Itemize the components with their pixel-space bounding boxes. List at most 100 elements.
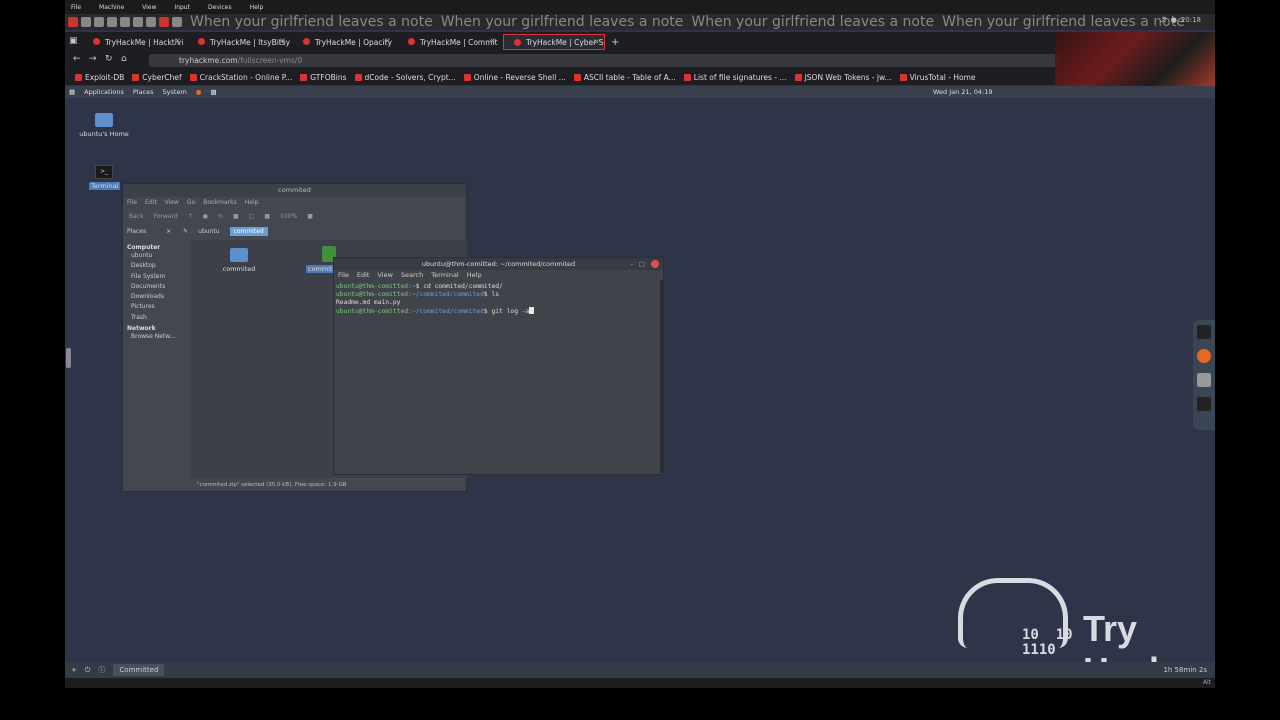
bookmark-reverse-shell[interactable]: Online - Reverse Shell ... [463,73,566,82]
term-menu-view[interactable]: View [377,271,392,279]
home-icon[interactable]: ■ [233,213,239,220]
address-bar[interactable]: tryhackme.com/fullscreen-vms/0 [149,54,1059,67]
bookmark-virustotal[interactable]: VirusTotal - Home [899,73,976,82]
crumb-ubuntu[interactable]: ubuntu [194,227,223,236]
sidebar-item-pictures[interactable]: Pictures [127,302,189,312]
sidebar-item-trash[interactable]: Trash [127,313,189,323]
power-icon[interactable]: ⏻ [85,666,91,675]
edit-path-icon[interactable]: ✎ [183,228,188,235]
toolbar-icon[interactable] [81,17,91,27]
forward-icon[interactable]: → [89,54,97,64]
tab-itsybitsy[interactable]: TryHackMe | ItsyBitsy × [188,34,290,50]
files-dock-icon[interactable] [1197,373,1211,387]
tab-committed[interactable]: TryHackMe | Commit × [398,34,500,50]
vm-menu-devices[interactable]: Devices [208,4,232,11]
maximize-icon[interactable]: □ [639,258,645,270]
firefox-dock-icon[interactable] [1197,349,1211,363]
computer-icon[interactable]: □ [249,213,255,220]
back-button[interactable]: Back [129,213,144,220]
firefox-launcher-icon[interactable]: ● [196,88,202,96]
new-tab-button[interactable]: + [611,37,619,48]
vm-menu-machine[interactable]: Machine [99,4,124,11]
menu-applications[interactable]: Applications [84,88,124,96]
forward-button[interactable]: Forward [154,213,178,220]
tab-opacity[interactable]: TryHackMe | Opacity × [293,34,395,50]
close-icon[interactable]: × [489,36,496,45]
vm-menu-view[interactable]: View [142,4,156,11]
vm-menu-help[interactable]: Help [250,4,264,11]
stop-icon[interactable]: ● [203,213,208,220]
tab-cyber-security[interactable]: TryHackMe | Cyber Se × [503,34,605,50]
desktop-home-folder[interactable]: ubuntu's Home [79,113,129,138]
zoom-out-icon[interactable]: ■ [264,213,270,220]
reload-icon[interactable]: ↻ [105,54,113,64]
toolbar-icon[interactable] [107,17,117,27]
term-menu-help[interactable]: Help [467,271,482,279]
sidebar-item-downloads[interactable]: Downloads [127,292,189,302]
close-icon[interactable]: × [279,36,286,45]
toolbar-icon[interactable] [159,17,169,27]
workspace-icon[interactable] [133,17,143,27]
vm-menu-file[interactable]: File [71,4,81,11]
term-menu-search[interactable]: Search [401,271,423,279]
close-icon[interactable]: × [384,36,391,45]
fm-menu-bookmarks[interactable]: Bookmarks [203,199,237,206]
fm-menu-help[interactable]: Help [245,199,259,206]
fm-menu-view[interactable]: View [165,199,179,206]
sidebar-item-desktop[interactable]: Desktop [127,261,189,271]
term-menu-terminal[interactable]: Terminal [431,271,458,279]
bookmark-gtfobins[interactable]: GTFOBins [300,73,347,82]
add-icon[interactable]: + [71,666,77,674]
home-icon[interactable]: ⌂ [121,54,127,64]
terminal-dock-icon[interactable] [1197,325,1211,339]
bookmark-jwt[interactable]: JSON Web Tokens - jw... [794,73,892,82]
close-icon[interactable]: × [593,37,600,46]
bell-icon[interactable]: ● [1171,16,1177,24]
tab-hacktivities[interactable]: TryHackMe | Hacktivi × [83,34,185,50]
workspace-icon[interactable] [146,17,156,27]
bookmark-crackstation[interactable]: CrackStation - Online P... [189,73,292,82]
menu-system[interactable]: System [163,88,187,96]
term-menu-file[interactable]: File [338,271,349,279]
terminal-output[interactable]: ubuntu@thm-comitted:~$ cd commited/commi… [334,280,663,319]
file-item-commited[interactable]: commited [219,248,259,273]
toolbar-icon[interactable] [94,17,104,27]
terminal-dock-icon[interactable] [1197,397,1211,411]
back-icon[interactable]: ← [73,54,81,64]
minimize-icon[interactable]: - [631,258,633,270]
bookmark-ascii-table[interactable]: ASCII table - Table of A... [573,73,676,82]
close-icon[interactable]: × [174,36,181,45]
fm-menu-edit[interactable]: Edit [145,199,157,206]
app-icon[interactable] [68,17,78,27]
workspace-icon[interactable] [120,17,130,27]
apps-grid-icon[interactable]: ▦ [69,88,75,96]
volume-icon[interactable]: ♬ [1160,16,1166,24]
sidebar-item-documents[interactable]: Documents [127,282,189,292]
close-sidebar-icon[interactable]: × [166,228,171,235]
close-icon[interactable] [651,260,659,268]
vm-menu-input[interactable]: Input [174,4,190,11]
crumb-commited[interactable]: commited [229,226,268,236]
fm-menu-file[interactable]: File [127,199,137,206]
bookmark-cyberchef[interactable]: CyberChef [132,73,182,82]
up-icon[interactable]: ↑ [188,213,193,220]
sidebar-item-browse-network[interactable]: Browse Netw... [127,332,189,342]
left-panel-handle[interactable] [66,348,71,368]
sidebar-item-file-system[interactable]: File System [127,272,189,282]
menu-places[interactable]: Places [133,88,154,96]
places-dropdown[interactable]: Places [127,228,146,235]
info-icon[interactable]: ⓘ [98,665,105,675]
terminal-window[interactable]: ubuntu@thm-comitted: ~/commited/commited… [333,257,664,475]
zoom-in-icon[interactable]: ■ [307,213,313,220]
bookmark-dcode[interactable]: dCode - Solvers, Crypt... [354,73,456,82]
bookmark-file-signatures[interactable]: List of file signatures - ... [683,73,787,82]
bookmark-exploit-db[interactable]: Exploit-DB [75,73,124,82]
term-menu-edit[interactable]: Edit [357,271,370,279]
terminal-launcher-icon[interactable]: ▩ [210,88,216,96]
tab-overview-icon[interactable]: ▣ [69,36,78,46]
reload-icon[interactable]: ↻ [218,213,223,220]
sidebar-item-ubuntu[interactable]: ubuntu [127,251,189,261]
terminal-scrollbar[interactable] [660,280,663,473]
toolbar-icon[interactable] [172,17,182,27]
desktop-terminal[interactable]: >_ Terminal [89,165,121,190]
